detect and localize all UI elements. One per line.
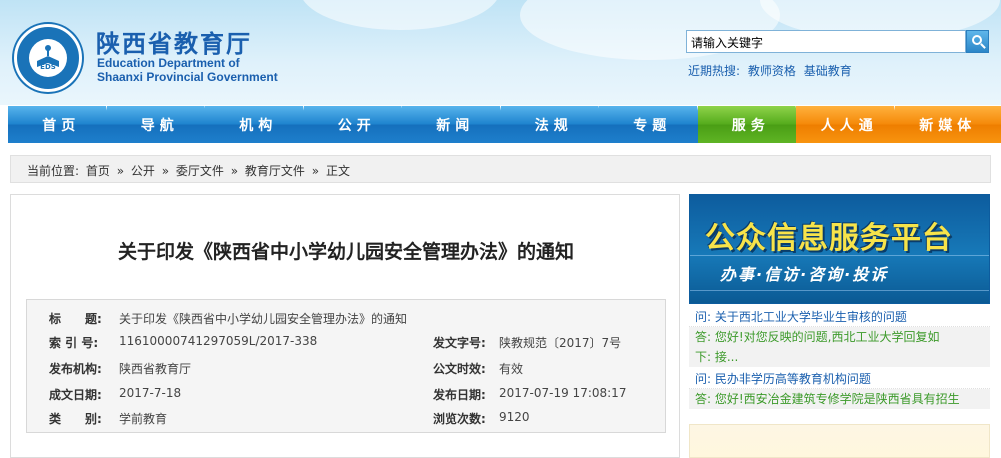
breadcrumb-separator: » [311,164,320,178]
meta-category-label: 类 别: [49,412,102,426]
meta-row: 标 题: 关于印发《陕西省中小学幼儿园安全管理办法》的通知 [27,310,667,332]
nav-item-open[interactable]: 公开 [303,106,410,143]
nav-item-regulations[interactable]: 法规 [500,106,607,143]
nav-item-organization[interactable]: 机构 [205,106,312,143]
emblem-inner [29,39,67,77]
search-input[interactable]: 请输入关键字 [686,30,966,53]
breadcrumb-link-dept-files[interactable]: 教育厅文件 [245,164,305,178]
meta-index-value: 11610000741297059L/2017-338 [119,334,318,348]
breadcrumb: 当前位置: 首页 » 公开 » 委厅文件 » 教育厅文件 » 正文 [10,155,991,183]
meta-date-label: 成文日期: [49,388,102,402]
site-title-en-line2: Shaanxi Provincial Government [97,70,278,84]
meta-views-label: 浏览次数: [433,412,486,426]
meta-issuer-value: 陕西省教育厅 [119,362,192,376]
article-meta-table: 标 题: 关于印发《陕西省中小学幼儿园安全管理办法》的通知 索 引 号: 116… [26,299,666,433]
qa-question[interactable]: 问: 关于西北工业大学毕业生审核的问题 [689,307,990,327]
breadcrumb-separator: » [230,164,239,178]
meta-category-value: 学前教育 [119,412,168,426]
sidebar-promo-box[interactable] [689,424,990,458]
meta-row: 发布机构: 陕西省教育厅 公文时效: 有效 [27,360,667,382]
meta-pubdate-value: 2017-07-19 17:08:17 [499,386,627,400]
meta-title-label: 标 题: [49,312,102,326]
qa-list: 问: 关于西北工业大学毕业生审核的问题 答: 您好!对您反映的问题,西北工业大学… [689,307,990,419]
site-title-en-line1: Education Department of [97,56,240,70]
breadcrumb-separator: » [161,164,170,178]
banner-subtitle: 办事·信访·咨询·投诉 [720,265,889,284]
breadcrumb-link-home[interactable]: 首页 [86,164,110,178]
qa-question[interactable]: 问: 民办非学历高等教育机构问题 [689,369,990,389]
meta-date-value: 2017-7-18 [119,386,182,400]
nav-item-services[interactable]: 服务 [697,106,804,143]
nav-item-home[interactable]: 首页 [8,106,115,143]
department-emblem-icon[interactable]: EDS [14,24,82,92]
article-title: 关于印发《陕西省中小学幼儿园安全管理办法》的通知 [117,241,574,263]
meta-views-value: 9120 [499,410,530,424]
search-icon-handle [980,43,986,49]
breadcrumb-separator: » [116,164,125,178]
nav-item-new-media[interactable]: 新媒体 [894,106,1001,143]
hot-search-link[interactable]: 基础教育 [804,64,852,78]
breadcrumb-current: 正文 [325,164,350,178]
site-header: EDS 陕西省教育厅 Education Department of Shaan… [0,0,1001,105]
hot-search-link[interactable]: 教师资格 [748,64,796,78]
header-cloud [300,0,500,30]
search-button[interactable] [966,30,989,53]
hot-search: 近期热搜: 教师资格 基础教育 [688,62,856,79]
meta-docno-value: 陕教规范〔2017〕7号 [499,336,622,350]
emblem-label: EDS [40,63,56,71]
breadcrumb-link-files[interactable]: 委厅文件 [176,164,224,178]
breadcrumb-label: 当前位置: [27,164,80,178]
nav-item-topics[interactable]: 专题 [599,106,706,143]
meta-issuer-label: 发布机构: [49,362,102,376]
qa-answer[interactable]: 答: 您好!对您反映的问题,西北工业大学回复如 [689,327,990,347]
meta-validity-value: 有效 [499,362,524,376]
qa-answer[interactable]: 下: 接... [689,347,990,367]
meta-row: 成文日期: 2017-7-18 发布日期: 2017-07-19 17:08:1… [27,386,667,408]
book-icon [37,45,59,67]
nav-item-news[interactable]: 新闻 [402,106,509,143]
meta-validity-label: 公文时效: [433,362,486,376]
meta-row: 类 别: 学前教育 浏览次数: 9120 [27,410,667,432]
article-panel: 关于印发《陕西省中小学幼儿园安全管理办法》的通知 标 题: 关于印发《陕西省中小… [10,194,680,458]
meta-pubdate-label: 发布日期: [433,388,486,402]
site-title-cn[interactable]: 陕西省教育厅 [96,24,252,59]
nav-item-guide[interactable]: 导航 [106,106,213,143]
breadcrumb-link-open[interactable]: 公开 [131,164,155,178]
meta-row: 索 引 号: 11610000741297059L/2017-338 发文字号:… [27,334,667,356]
qa-answer[interactable]: 答: 您好!西安冶金建筑专修学院是陕西省具有招生 [689,389,990,409]
meta-index-label: 索 引 号: [49,336,99,350]
main-nav: 首页 导航 机构 公开 新闻 法规 专题 服务 人人通 新媒体 [8,106,1001,143]
meta-docno-label: 发文字号: [433,336,486,350]
public-service-banner[interactable]: 公众信息服务平台 办事·信访·咨询·投诉 [689,194,990,304]
banner-title: 公众信息服务平台 [705,221,953,256]
meta-title-value: 关于印发《陕西省中小学幼儿园安全管理办法》的通知 [119,312,408,326]
hot-search-label: 近期热搜: [688,64,741,78]
nav-item-renrentong[interactable]: 人人通 [796,106,903,143]
banner-decor-line [690,290,989,291]
